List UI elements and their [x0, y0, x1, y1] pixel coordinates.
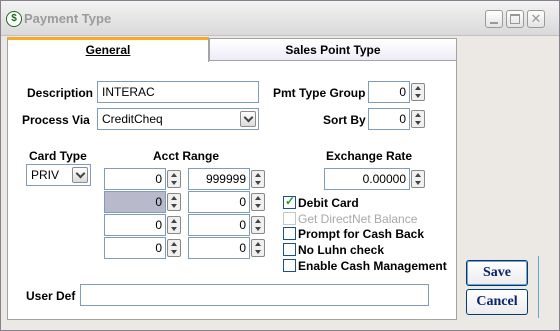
user-def-label: User Def — [26, 289, 76, 303]
payment-type-window: $ Payment Type ✕ General Sales Point Typ… — [0, 0, 560, 331]
acct-range-to-4[interactable]: 0 — [188, 237, 250, 259]
save-button[interactable]: Save — [466, 260, 528, 286]
debit-card-label: Debit Card — [298, 196, 359, 210]
user-def-field[interactable] — [80, 284, 429, 306]
prompt-for-cash-back-label: Prompt for Cash Back — [298, 227, 425, 241]
acct-range-label: Acct Range — [153, 149, 220, 163]
prompt-for-cash-back-checkbox[interactable] — [283, 227, 296, 240]
enable-cash-management-checkbox[interactable] — [283, 259, 296, 272]
no-luhn-check-checkbox[interactable] — [283, 243, 296, 256]
acct-range-from-1[interactable]: 0 — [104, 168, 166, 190]
acct-range-to-3-spinner[interactable] — [251, 216, 265, 234]
process-via-label: Process Via — [22, 113, 90, 127]
pmt-type-group-field[interactable]: 0 — [368, 81, 410, 103]
acct-range-from-4[interactable]: 0 — [104, 237, 166, 259]
acct-range-to-3[interactable]: 0 — [188, 214, 250, 236]
acct-range-from-2[interactable]: 0 — [104, 191, 166, 213]
sort-by-label: Sort By — [323, 113, 366, 127]
debit-card-checkbox[interactable] — [283, 194, 296, 209]
no-luhn-check-label: No Luhn check — [298, 243, 385, 257]
process-via-value: CreditCheq — [102, 112, 163, 126]
acct-range-from-3-spinner[interactable] — [167, 216, 181, 234]
pmt-type-group-label: Pmt Type Group — [273, 86, 366, 100]
acct-range-to-1-spinner[interactable] — [251, 170, 265, 188]
tab-general-label: General — [85, 43, 131, 57]
description-field[interactable]: INTERAC — [97, 81, 259, 103]
acct-range-to-4-spinner[interactable] — [251, 239, 265, 257]
acct-range-to-1[interactable]: 999999 — [188, 168, 250, 190]
cancel-button[interactable]: Cancel — [466, 289, 528, 315]
exchange-rate-label: Exchange Rate — [326, 149, 413, 163]
close-button[interactable]: ✕ — [527, 10, 545, 28]
exchange-rate-spinner[interactable] — [411, 170, 425, 188]
enable-cash-management-label: Enable Cash Management — [298, 259, 447, 273]
exchange-rate-field[interactable]: 0.00000 — [324, 168, 410, 190]
acct-range-to-2-spinner[interactable] — [251, 193, 265, 211]
tab-sales-point-type[interactable]: Sales Point Type — [209, 38, 457, 62]
sort-by-field[interactable]: 0 — [368, 108, 410, 130]
maximize-button[interactable] — [506, 10, 524, 28]
sort-by-spinner[interactable] — [411, 110, 425, 128]
acct-range-to-2[interactable]: 0 — [188, 191, 250, 213]
tab-general[interactable]: General — [7, 37, 209, 62]
acct-range-from-4-spinner[interactable] — [167, 239, 181, 257]
acct-range-from-1-spinner[interactable] — [167, 170, 181, 188]
payment-dollar-icon: $ — [6, 11, 22, 27]
process-via-select[interactable]: CreditCheq — [97, 108, 259, 130]
get-directnet-balance-checkbox — [283, 212, 296, 225]
minimize-button[interactable] — [485, 10, 503, 28]
process-via-chevron-down-icon[interactable] — [240, 111, 256, 127]
divider — [538, 256, 539, 318]
pmt-type-group-spinner[interactable] — [411, 83, 425, 101]
window-title: Payment Type — [24, 11, 112, 26]
tab-sales-point-type-label: Sales Point Type — [285, 43, 381, 57]
title-bar[interactable]: $ Payment Type ✕ — [1, 1, 559, 36]
card-type-chevron-down-icon[interactable] — [72, 167, 88, 183]
get-directnet-balance-label: Get DirectNet Balance — [298, 212, 418, 226]
card-type-label: Card Type — [29, 149, 87, 163]
description-label: Description — [27, 86, 94, 100]
card-type-value: PRIV — [31, 168, 60, 182]
acct-range-from-2-spinner[interactable] — [167, 193, 181, 211]
acct-range-from-3[interactable]: 0 — [104, 214, 166, 236]
